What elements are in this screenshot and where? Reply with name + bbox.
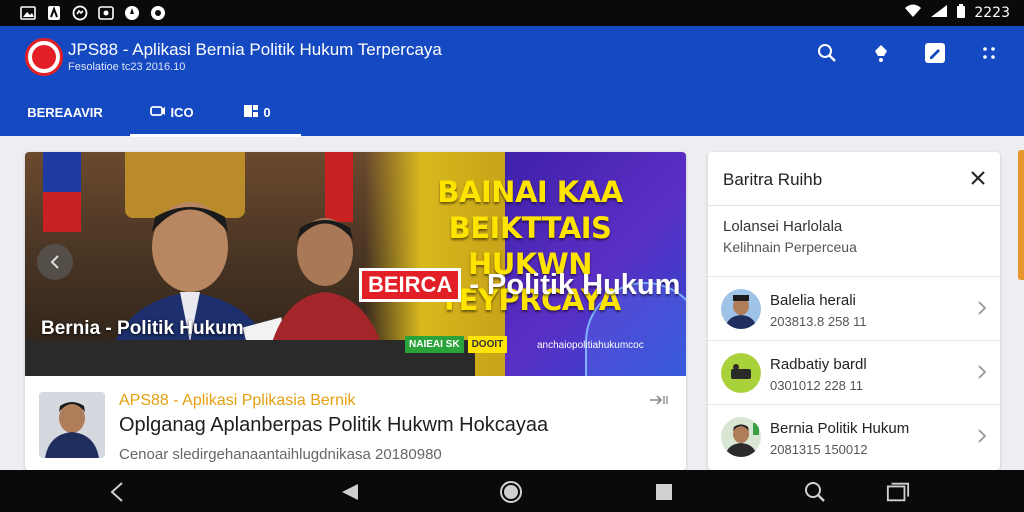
tab-gallery[interactable]: 0	[214, 90, 300, 134]
status-time: 2223	[974, 5, 1010, 21]
side-panel: Baritra Ruihb Lolansei Harlolala Kelihna…	[708, 152, 1000, 470]
video-icon	[150, 105, 166, 120]
recents-square-icon[interactable]	[652, 480, 676, 504]
side-panel-title: Baritra Ruihb	[723, 170, 823, 189]
scroll-edge-indicator	[1018, 150, 1024, 280]
hero-url-text: anchaiopolitiahukumcoc	[537, 340, 644, 351]
list-item-time: 0301012 228 11	[770, 378, 864, 393]
close-icon[interactable]	[968, 168, 988, 188]
back-arrow-icon[interactable]	[105, 480, 129, 504]
multitask-icon[interactable]	[886, 480, 910, 504]
article-kicker: APS88 - Aplikasi Pplikasia Bernik	[119, 392, 356, 409]
notification-bell-icon[interactable]	[868, 40, 894, 66]
list-item[interactable]: Radbatiy bardl 0301012 228 11	[708, 340, 1000, 404]
list-item-title: Radbatiy bardl	[770, 356, 867, 373]
wifi-icon	[904, 4, 922, 22]
list-item-time: 2081315 150012	[770, 442, 868, 457]
chevron-right-icon	[974, 299, 990, 317]
active-tab-indicator	[130, 134, 301, 137]
chevron-right-icon	[974, 363, 990, 381]
gallery-icon	[20, 5, 36, 21]
list-item[interactable]: Balelia herali 203813.8 258 11	[708, 276, 1000, 340]
search-icon[interactable]	[803, 480, 827, 504]
app-icon	[46, 5, 62, 21]
list-item[interactable]: Bernia Politik Hukum 2081315 150012	[708, 404, 1000, 468]
app-logo[interactable]	[25, 38, 63, 76]
app-subtitle: Fesolatioe tc23 2016.10	[68, 61, 186, 73]
carousel-prev-button[interactable]	[37, 244, 73, 280]
hero-caption: Bernia - Politik Hukum	[41, 318, 244, 339]
article-info[interactable]: APS88 - Aplikasi Pplikasia Bernik Oplgan…	[25, 376, 686, 470]
hero-tag: BEIRCA - Politik Hukum	[359, 268, 680, 302]
chevron-right-icon	[974, 427, 990, 445]
photo-icon	[98, 5, 114, 21]
tab-video-label: ICO	[170, 104, 194, 120]
chevron-left-icon	[50, 255, 59, 269]
status-bar: 2223	[0, 0, 1024, 26]
app-bar: JPS88 - Aplikasi Bernia Politik Hukum Te…	[0, 26, 1024, 137]
small-tag-green: NAIEAI SK	[405, 336, 464, 353]
home-circle-icon[interactable]	[499, 480, 523, 504]
small-tag-yellow: DOOIT	[467, 336, 508, 353]
article-title[interactable]: Oplganag Aplanberpas Politik Hukwm Hokca…	[119, 414, 548, 437]
tab-video[interactable]: ICO	[130, 90, 214, 134]
share-icon[interactable]	[649, 394, 669, 409]
list-item-title: Bernia Politik Hukum	[770, 420, 910, 437]
list-item-time: 203813.8 258 11	[770, 314, 867, 329]
messenger-icon	[72, 5, 88, 21]
grid-icon	[243, 104, 259, 121]
hero-small-tags: NAIEAI SK DOOIT	[405, 336, 508, 353]
signal-icon	[930, 4, 948, 22]
tab-home-label: BEREAAVIR	[27, 104, 103, 120]
battery-icon	[956, 4, 966, 22]
featured-article-card[interactable]: BAINAI KAA BEIKTTAIS HUKWN TEYPRCAYA BEI…	[25, 152, 686, 470]
side-panel-desc-line2: Kelihnain Perperceua	[723, 239, 857, 255]
side-panel-desc-line1: Lolansei Harlolala	[723, 218, 843, 235]
list-item-title: Balelia herali	[770, 292, 856, 309]
edit-icon[interactable]	[922, 40, 948, 66]
system-navigation-bar	[0, 470, 1024, 512]
hero-image[interactable]: BAINAI KAA BEIKTTAIS HUKWN TEYPRCAYA BEI…	[25, 152, 686, 376]
side-panel-header: Baritra Ruihb	[708, 152, 1000, 206]
tab-home[interactable]: BEREAAVIR	[0, 90, 130, 134]
app-title: JPS88 - Aplikasi Bernia Politik Hukum Te…	[68, 40, 442, 59]
back-triangle-icon[interactable]	[338, 480, 362, 504]
avatar	[721, 289, 761, 329]
avatar	[721, 417, 761, 457]
article-subtitle: Cenoar sledirgehanaantaihlugdnikasa 2018…	[119, 446, 442, 463]
hero-tag-text: - Politik Hukum	[469, 268, 681, 301]
author-thumbnail	[39, 392, 105, 458]
compass-icon	[124, 5, 140, 21]
tab-gallery-label: 0	[263, 104, 271, 120]
record-icon	[150, 5, 166, 21]
avatar	[721, 353, 761, 393]
flag-decoration	[43, 152, 81, 232]
more-icon[interactable]	[976, 40, 1002, 66]
hero-tag-box: BEIRCA	[359, 268, 462, 302]
search-icon[interactable]	[814, 40, 840, 66]
